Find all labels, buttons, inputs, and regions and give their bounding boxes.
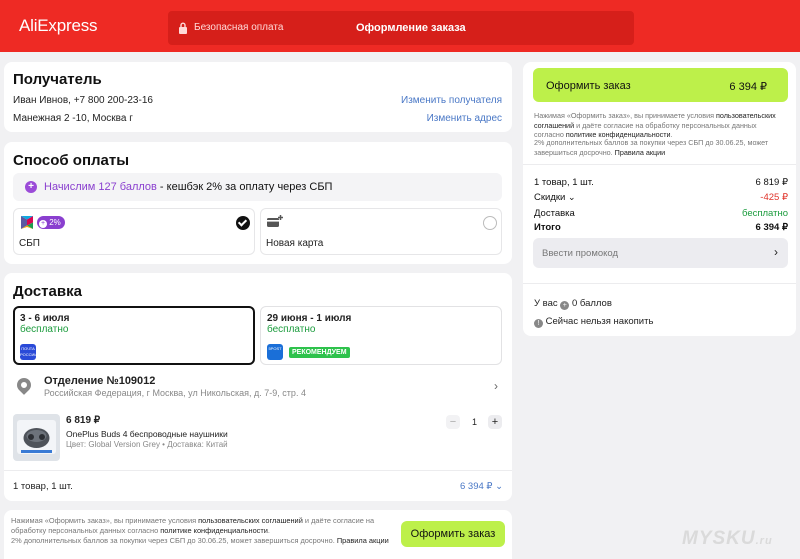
legal-text-part: Нажимая «Оформить заказ», вы принимаете …: [11, 516, 199, 525]
summary-delivery-value: бесплатно: [741, 208, 788, 219]
secure-payment-label: Безопасная оплата: [194, 22, 284, 33]
delivery-dates: 29 июня - 1 июля: [267, 313, 352, 324]
chevron-down-icon: ⌄: [495, 481, 504, 492]
sidebar-promo-note: 2% дополнительных баллов за покупки чере…: [534, 138, 788, 157]
privacy-policy-link[interactable]: политике конфиденциальности: [160, 526, 268, 535]
delivery-option-1[interactable]: 3 - 6 июля бесплатно ПОЧТА РОССИИ: [13, 306, 255, 365]
summary-discount-row[interactable]: Скидки ⌄ -425 ₽: [534, 192, 788, 203]
sidebar-order-label: Оформить заказ: [546, 80, 631, 92]
delivery-price: бесплатно: [20, 324, 69, 335]
promo-rules-link[interactable]: Правила акции: [615, 148, 665, 157]
recipient-name-phone: Иван Ивнов, +7 800 200-23-16: [13, 95, 153, 106]
summary-total-row: Итого 6 394 ₽: [534, 222, 788, 233]
earbuds-case-icon: [17, 420, 56, 454]
watermark: MYSKU.ru: [682, 528, 773, 550]
summary-delivery-label: Доставка: [534, 208, 575, 219]
promo-code-input[interactable]: Ввести промокод ›: [533, 238, 788, 268]
promo-accrue-text: Начислим 127 баллов: [44, 181, 157, 193]
delivery-heading: Доставка: [13, 283, 82, 300]
5post-logo-icon: 5POST: [267, 344, 283, 360]
chevron-right-icon: ›: [774, 245, 778, 259]
summary-delivery-row: Доставка бесплатно: [534, 208, 788, 219]
delivery-footer-total[interactable]: 6 394 ₽ ⌄: [460, 481, 503, 492]
card-add-icon: [267, 215, 283, 227]
sbp-badge-text: 2%: [49, 218, 61, 227]
recipient-heading: Получатель: [13, 71, 102, 88]
pickup-point-address: Российская Федерация, г Москва, ул Никол…: [44, 388, 306, 398]
product-image: [13, 414, 60, 461]
recommended-badge: РЕКОМЕНДУЕМ: [289, 347, 350, 358]
page-title: Оформление заказа: [356, 22, 466, 34]
summary-items-row: 1 товар, 1 шт. 6 819 ₽: [534, 177, 788, 188]
points-note-row: ! Сейчас нельзя накопить: [534, 316, 653, 328]
points-plus-icon: +: [25, 181, 37, 193]
recipient-address: Манежная 2 -10, Москва г: [13, 113, 133, 124]
sidebar-order-total: 6 394 ₽: [729, 81, 767, 93]
points-prefix: У вас: [534, 298, 558, 309]
summary-total-value: 6 394 ₽: [755, 222, 788, 233]
new-card-label: Новая карта: [266, 238, 324, 249]
delivery-footer-count: 1 товар, 1 шт.: [13, 481, 73, 492]
user-agreements-link[interactable]: пользовательских соглашений: [198, 516, 303, 525]
sbp-logo-icon: [21, 216, 33, 229]
chevron-down-icon: ⌄: [567, 192, 576, 202]
pickup-point-title[interactable]: Отделение №109012: [44, 375, 155, 387]
watermark-suffix: .ru: [755, 535, 773, 547]
sbp-radio-checked[interactable]: [236, 216, 250, 230]
chevron-right-icon[interactable]: ›: [494, 379, 498, 393]
summary-discount-value: -425 ₽: [760, 192, 788, 203]
bottom-legal-text: Нажимая «Оформить заказ», вы принимаете …: [11, 516, 389, 546]
payment-option-new-card[interactable]: Новая карта: [260, 208, 502, 255]
points-value: 0 баллов: [571, 298, 612, 309]
promo-code-placeholder: Ввести промокод: [542, 248, 619, 259]
header-secure-bar: Безопасная оплата Оформление заказа: [168, 11, 634, 45]
payment-heading: Способ оплаты: [13, 152, 130, 169]
sidebar-place-order-button[interactable]: Оформить заказ 6 394 ₽: [533, 68, 788, 102]
badge-plus-icon: +: [39, 220, 47, 228]
divider: [523, 164, 796, 165]
product-meta: Цвет: Global Version Grey • Доставка: Ки…: [66, 440, 228, 449]
product-name[interactable]: OnePlus Buds 4 беспроводные наушники: [66, 429, 228, 439]
top-header: AliExpress Безопасная оплата Оформление …: [0, 0, 800, 52]
delivery-option-2[interactable]: 29 июня - 1 июля бесплатно 5POST РЕКОМЕН…: [260, 306, 502, 365]
info-icon: !: [534, 319, 543, 328]
quantity-increase-button[interactable]: +: [488, 415, 502, 429]
delivery-footer-total-value: 6 394 ₽: [460, 481, 493, 492]
legal-text-part: .: [267, 526, 270, 535]
sidebar-legal-text: Нажимая «Оформить заказ», вы принимаете …: [534, 111, 788, 140]
russian-post-logo-icon: ПОЧТА РОССИИ: [20, 344, 37, 360]
summary-items-label: 1 товар, 1 шт.: [534, 177, 594, 188]
points-coin-icon: +: [560, 301, 570, 310]
promo-rest-text: - кешбэк 2% за оплату через СБП: [156, 181, 333, 193]
payment-option-sbp[interactable]: + 2% СБП: [13, 208, 255, 255]
promo-rules-link[interactable]: Правила акции: [337, 536, 389, 545]
divider: [4, 470, 512, 471]
sbp-cashback-badge: + 2%: [37, 216, 65, 229]
legal-text-part: Нажимая «Оформить заказ», вы принимаете …: [534, 111, 716, 120]
quantity-value: 1: [472, 417, 478, 427]
legal-text-part: 2% дополнительных баллов за покупки чере…: [11, 536, 337, 545]
place-order-button[interactable]: Оформить заказ: [401, 521, 505, 547]
points-note: Сейчас нельзя накопить: [545, 316, 654, 327]
delivery-price: бесплатно: [267, 324, 316, 335]
change-recipient-link[interactable]: Изменить получателя: [401, 95, 502, 106]
cashback-promo-banner: + Начислим 127 баллов - кешбэк 2% за опл…: [13, 173, 502, 201]
aliexpress-logo[interactable]: AliExpress: [19, 16, 98, 36]
sbp-label: СБП: [19, 238, 40, 249]
product-price: 6 819 ₽: [66, 415, 101, 426]
summary-total-label: Итого: [534, 222, 561, 233]
divider: [523, 283, 796, 284]
summary-items-value: 6 819 ₽: [755, 177, 788, 188]
delivery-dates: 3 - 6 июля: [20, 313, 70, 324]
cashback-promo-text: Начислим 127 баллов - кешбэк 2% за оплат…: [44, 181, 332, 193]
lock-icon: [179, 22, 187, 34]
watermark-text: MYSKU: [682, 528, 756, 549]
quantity-decrease-button[interactable]: −: [446, 415, 460, 429]
change-address-link[interactable]: Изменить адрес: [427, 113, 502, 124]
summary-discount-label: Скидки: [534, 192, 566, 203]
new-card-radio[interactable]: [483, 216, 497, 230]
place-order-label: Оформить заказ: [410, 528, 496, 540]
points-balance: У вас + 0 баллов: [534, 298, 612, 310]
